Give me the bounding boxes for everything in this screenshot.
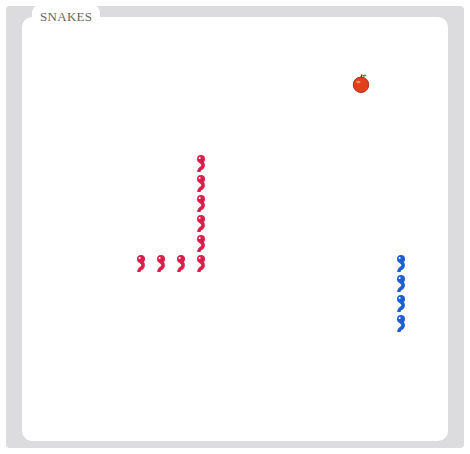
- snake-segment: [191, 153, 211, 173]
- snake-segment: [191, 173, 211, 193]
- worm-icon: [135, 254, 147, 272]
- worm-icon: [195, 154, 207, 172]
- snake-segment: [131, 253, 151, 273]
- snake-segment: [191, 193, 211, 213]
- snake-segment: [191, 213, 211, 233]
- worm-icon: [395, 254, 407, 272]
- snake-segment: [171, 253, 191, 273]
- worm-icon: [195, 254, 207, 272]
- game-board[interactable]: [31, 33, 431, 433]
- worm-icon: [195, 194, 207, 212]
- snake-segment: [391, 253, 411, 273]
- worm-icon: [395, 294, 407, 312]
- snake-segment: [391, 293, 411, 313]
- snake-segment: [391, 313, 411, 333]
- game-card: SNAKES: [22, 17, 448, 441]
- apple-icon: [351, 72, 371, 94]
- snake-segment: [191, 253, 211, 273]
- game-frame: SNAKES: [6, 6, 464, 448]
- worm-icon: [195, 174, 207, 192]
- worm-icon: [395, 274, 407, 292]
- worm-icon: [195, 234, 207, 252]
- worm-icon: [155, 254, 167, 272]
- snake-segment: [191, 233, 211, 253]
- worm-icon: [175, 254, 187, 272]
- title-tab: SNAKES: [32, 5, 100, 28]
- worm-icon: [195, 214, 207, 232]
- snake-segment: [391, 273, 411, 293]
- snake-segment: [151, 253, 171, 273]
- worm-icon: [395, 314, 407, 332]
- apple: [351, 73, 371, 93]
